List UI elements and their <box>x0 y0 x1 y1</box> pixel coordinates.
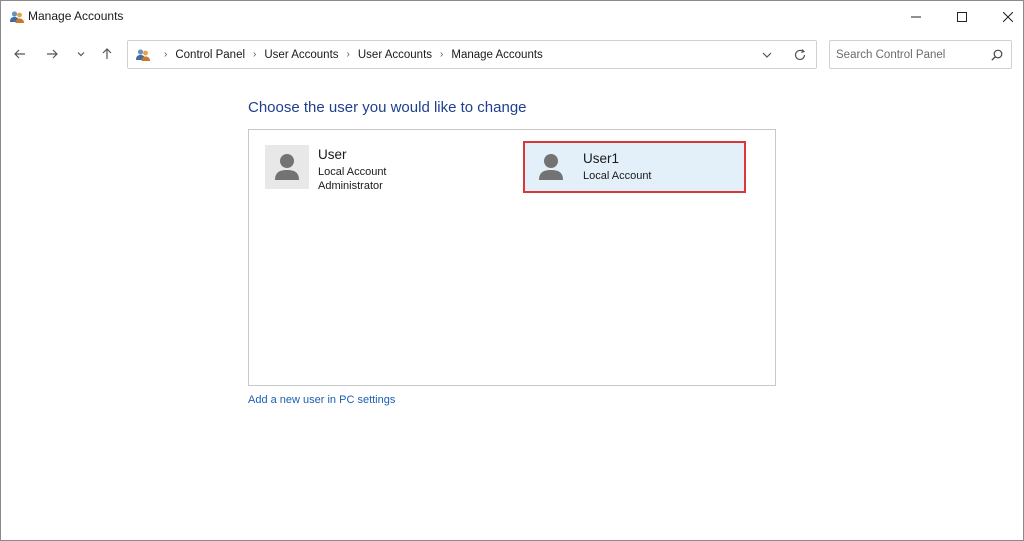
page-heading: Choose the user you would like to change <box>248 99 527 116</box>
breadcrumb-control-panel[interactable]: Control Panel <box>175 49 245 61</box>
breadcrumb-manage-accounts[interactable]: Manage Accounts <box>451 49 542 61</box>
recent-locations-button[interactable] <box>71 44 91 64</box>
window-title: Manage Accounts <box>28 9 124 23</box>
arrow-up-icon <box>102 48 112 59</box>
maximize-button[interactable] <box>939 1 985 32</box>
arrow-right-icon <box>47 49 58 59</box>
address-bar[interactable]: › Control Panel › User Accounts › User A… <box>127 40 817 69</box>
accounts-list: User Local Account Administrator User1 L… <box>248 129 776 386</box>
minimize-button[interactable] <box>893 1 939 32</box>
account-tile-user[interactable]: User Local Account Administrator <box>265 145 487 192</box>
breadcrumb-user-accounts[interactable]: User Accounts <box>264 49 338 61</box>
title-bar: Manage Accounts <box>1 1 1023 32</box>
breadcrumb: › Control Panel › User Accounts › User A… <box>156 41 543 68</box>
chevron-right-icon[interactable]: › <box>253 49 256 60</box>
address-history-button[interactable] <box>760 48 774 62</box>
chevron-right-icon[interactable]: › <box>164 49 167 60</box>
manage-accounts-window: Manage Accounts › Control Panel › User A… <box>0 0 1024 541</box>
refresh-icon <box>794 49 806 61</box>
up-button[interactable] <box>97 44 117 64</box>
users-icon <box>9 9 25 25</box>
maximize-icon <box>957 11 967 22</box>
search-box[interactable] <box>829 40 1012 69</box>
account-type: Local Account <box>318 166 387 178</box>
chevron-right-icon[interactable]: › <box>347 49 350 60</box>
account-type: Local Account <box>583 170 652 182</box>
users-icon <box>135 47 151 63</box>
chevron-down-icon <box>762 52 772 58</box>
user-avatar-icon <box>265 145 309 189</box>
back-button[interactable] <box>10 44 30 64</box>
search-icon[interactable] <box>990 48 1004 62</box>
refresh-button[interactable] <box>792 47 808 63</box>
account-name: User1 <box>583 151 620 166</box>
chevron-down-icon <box>77 52 85 57</box>
arrow-left-icon <box>14 49 25 59</box>
account-tile-user1[interactable]: User1 Local Account <box>523 141 746 193</box>
search-input[interactable] <box>836 46 986 63</box>
chevron-right-icon[interactable]: › <box>440 49 443 60</box>
close-icon <box>1003 11 1013 22</box>
minimize-icon <box>911 16 921 17</box>
user-avatar-icon <box>529 145 573 189</box>
close-button[interactable] <box>985 1 1023 32</box>
account-role: Administrator <box>318 180 383 192</box>
account-name: User <box>318 147 347 162</box>
navigation-bar: › Control Panel › User Accounts › User A… <box>1 32 1023 76</box>
breadcrumb-user-accounts-sub[interactable]: User Accounts <box>358 49 432 61</box>
add-new-user-link[interactable]: Add a new user in PC settings <box>248 394 395 406</box>
forward-button[interactable] <box>42 44 62 64</box>
